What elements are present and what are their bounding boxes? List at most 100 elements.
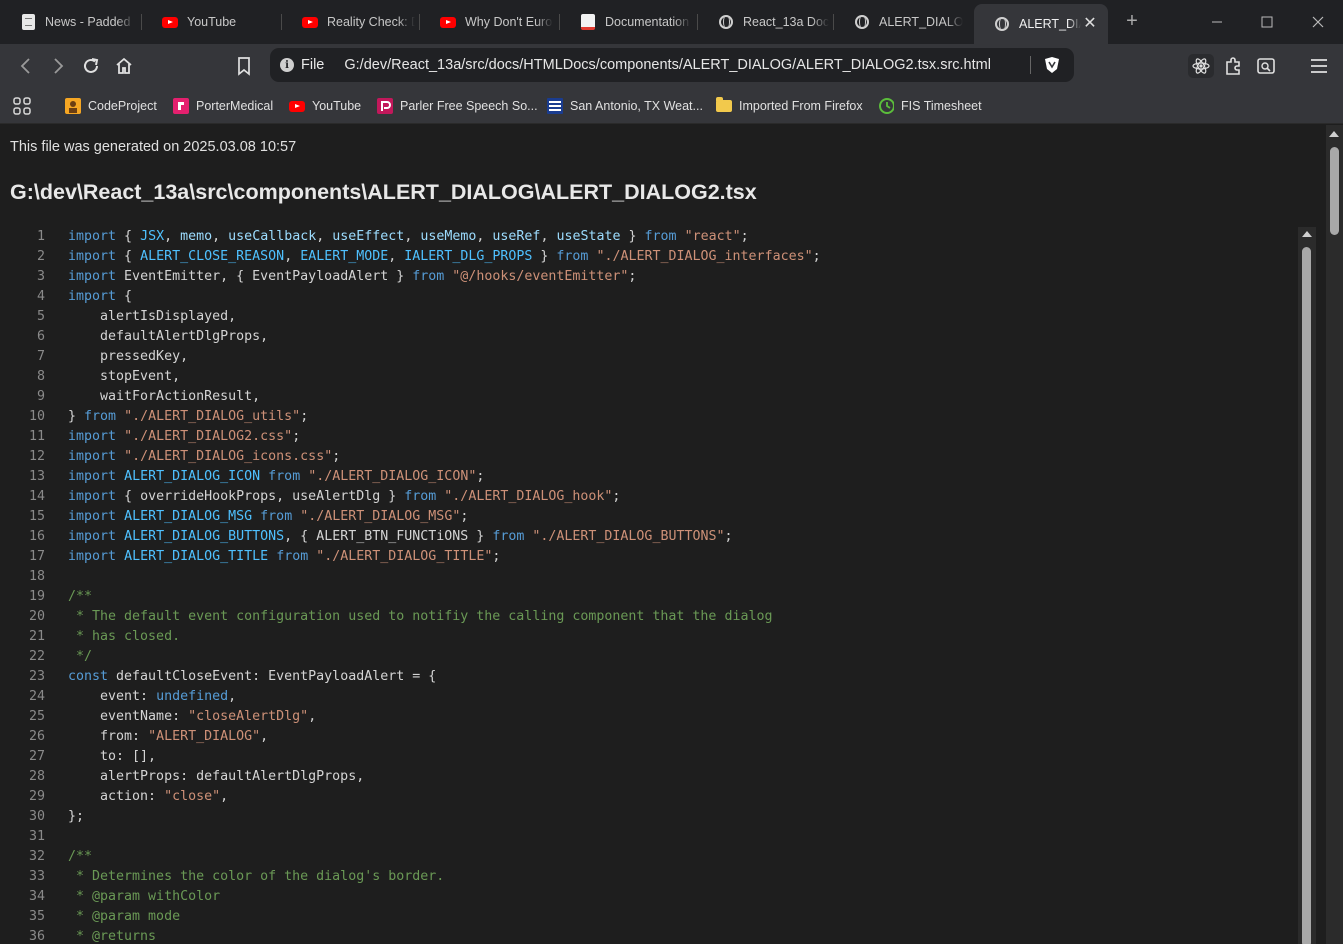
line-number: 29 [28, 789, 45, 804]
close-tab-icon[interactable]: ✕ [1080, 13, 1100, 33]
code-text: eventName: "closeAlertDlg", [68, 709, 317, 724]
tab-reality-check[interactable]: Reality Check: D [282, 0, 420, 44]
page-content: This file was generated on 2025.03.08 10… [0, 125, 1326, 944]
line-number: 13 [28, 469, 45, 484]
tab-label: YouTube [187, 15, 237, 29]
bookmark-label: CodeProject [88, 99, 157, 113]
line-number: 10 [28, 409, 45, 424]
youtube-icon [162, 14, 178, 30]
portermedical-icon [173, 98, 189, 114]
document-icon [20, 14, 36, 30]
bookmark-label: PorterMedical [196, 99, 274, 113]
code-text: * Determines the color of the dialog's b… [68, 869, 445, 884]
line-number: 20 [28, 609, 45, 624]
bookmark-weather[interactable]: San Antonio, TX Weat... [547, 96, 703, 116]
code-line: 3 import EventEmitter, { EventPayloadAler… [8, 267, 1318, 287]
extensions-icon[interactable] [1221, 54, 1245, 78]
reload-icon[interactable] [79, 54, 103, 78]
bookmark-parler[interactable]: Parler Free Speech So... [377, 96, 538, 116]
brave-shield-icon[interactable] [1042, 55, 1061, 75]
codeproject-icon [65, 98, 81, 114]
line-number: 33 [28, 869, 45, 884]
line-number: 22 [28, 649, 45, 664]
home-icon[interactable] [112, 54, 136, 78]
tab-alert-dia-active[interactable]: ALERT_DIA ✕ [974, 4, 1108, 44]
code-line: 12 import "./ALERT_DIALOG_icons.css"; [8, 447, 1318, 467]
screenshot-icon[interactable] [1254, 54, 1278, 78]
line-number: 5 [36, 309, 45, 324]
apps-icon[interactable] [12, 96, 32, 116]
react-devtools-icon[interactable] [1188, 54, 1214, 78]
maximize-icon[interactable] [1255, 10, 1279, 34]
code-text: import ALERT_DIALOG_TITLE from "./ALERT_… [68, 549, 501, 564]
youtube-icon [289, 98, 305, 114]
line-number: 3 [36, 269, 45, 284]
tab-label: ALERT_DIALOG [879, 15, 963, 29]
bookmarks-bar: CodeProject PorterMedical YouTube Parler… [0, 89, 1343, 124]
code-line: 20 * The default event configuration use… [8, 607, 1318, 627]
page-title: G:\dev\React_13a\src\components\ALERT_DI… [10, 180, 757, 204]
tab-news[interactable]: News - Padded [0, 0, 142, 44]
bookmark-icon[interactable] [232, 54, 256, 78]
code-text: import { [68, 289, 133, 304]
document-icon [580, 14, 596, 30]
line-number: 14 [28, 489, 45, 504]
code-scrollbar[interactable] [1298, 227, 1316, 944]
code-line: 19 /** [8, 587, 1318, 607]
line-number: 31 [28, 829, 45, 844]
tab-label: Why Don't Euro [465, 15, 553, 29]
scrollbar-thumb[interactable] [1330, 147, 1339, 235]
bookmark-folder-firefox[interactable]: Imported From Firefox [716, 96, 863, 116]
bookmark-portermedical[interactable]: PorterMedical [173, 96, 273, 116]
code-text: import ALERT_DIALOG_MSG from "./ALERT_DI… [68, 509, 469, 524]
back-icon[interactable] [14, 54, 38, 78]
code-line: 11 import "./ALERT_DIALOG2.css"; [8, 427, 1318, 447]
code-text: import { JSX, memo, useCallback, useEffe… [68, 229, 749, 244]
url-text[interactable]: G:/dev/React_13a/src/docs/HTMLDocs/compo… [344, 57, 991, 73]
code-text: import ALERT_DIALOG_ICON from "./ALERT_D… [68, 469, 485, 484]
line-number: 1 [36, 229, 45, 244]
forward-icon[interactable] [46, 54, 70, 78]
tab-label: News - Padded [45, 15, 131, 29]
line-number: 17 [28, 549, 45, 564]
address-bar[interactable]: i File G:/dev/React_13a/src/docs/HTMLDoc… [270, 48, 1074, 82]
line-number: 16 [28, 529, 45, 544]
scrollbar-thumb[interactable] [1302, 247, 1311, 944]
scroll-up-icon[interactable] [1329, 131, 1339, 137]
line-number: 6 [36, 329, 45, 344]
bookmark-fis-timesheet[interactable]: FIS Timesheet [878, 96, 982, 116]
new-tab-icon[interactable]: + [1121, 10, 1143, 32]
code-text: stopEvent, [68, 369, 181, 384]
menu-icon[interactable] [1307, 54, 1331, 78]
tab-react-docs[interactable]: React_13a Docu [698, 0, 834, 44]
globe-icon [854, 14, 870, 30]
code-text: * The default event configuration used t… [68, 609, 773, 624]
minimize-icon[interactable] [1205, 10, 1229, 34]
code-text: import "./ALERT_DIALOG_icons.css"; [68, 449, 341, 464]
code-text: pressedKey, [68, 349, 189, 364]
code-text: waitForActionResult, [68, 389, 261, 404]
code-text: */ [68, 649, 93, 664]
code-line: 7 pressedKey, [8, 347, 1318, 367]
folder-icon [716, 97, 732, 114]
code-line: 22 */ [8, 647, 1318, 667]
close-window-icon[interactable] [1306, 10, 1330, 34]
info-icon[interactable]: i [280, 58, 294, 72]
globe-icon [994, 16, 1010, 32]
code-line: 13 import ALERT_DIALOG_ICON from "./ALERT… [8, 467, 1318, 487]
scroll-up-icon[interactable] [1302, 231, 1312, 237]
scheme-label: File [301, 57, 325, 73]
tab-why-dont-euro[interactable]: Why Don't Euro [420, 0, 560, 44]
code-line: 24 event: undefined, [8, 687, 1318, 707]
tab-youtube[interactable]: YouTube [142, 0, 282, 44]
tab-label: ALERT_DIA [1019, 17, 1081, 31]
bookmark-label: San Antonio, TX Weat... [570, 99, 703, 113]
page-scrollbar[interactable] [1326, 125, 1343, 944]
tab-documentation[interactable]: Documentation [560, 0, 698, 44]
line-number: 21 [28, 629, 45, 644]
tab-alert-dialog[interactable]: ALERT_DIALOG [834, 0, 974, 44]
code-text: } from "./ALERT_DIALOG_utils"; [68, 409, 309, 424]
bookmark-youtube[interactable]: YouTube [289, 96, 361, 116]
code-line: 29 action: "close", [8, 787, 1318, 807]
bookmark-codeproject[interactable]: CodeProject [65, 96, 157, 116]
